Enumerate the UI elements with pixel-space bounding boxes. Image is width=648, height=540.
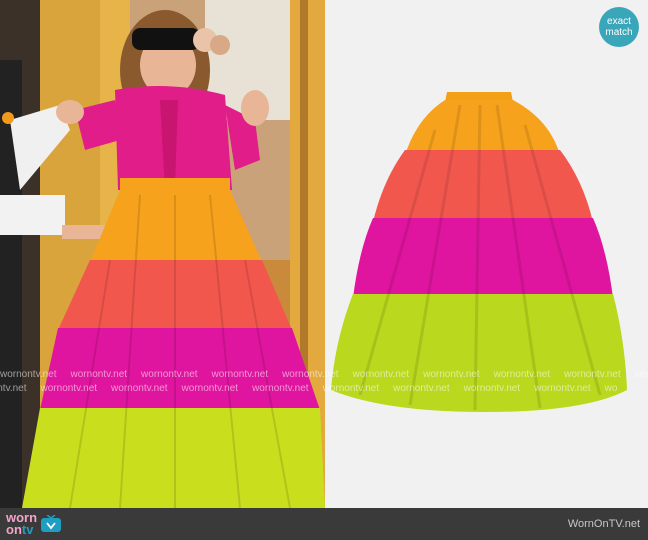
skirt-band-lime	[22, 408, 325, 508]
watermark-text: wornontv.net	[493, 369, 551, 380]
host-sleeve	[0, 195, 65, 235]
footer-bar: worn ontv WornOnTV.net	[0, 508, 648, 540]
product-photo	[325, 0, 648, 508]
watermark-text: wornontv.net	[141, 369, 198, 380]
tv-icon	[41, 515, 62, 532]
watermark-text: wornontv.net	[111, 383, 168, 394]
logo-tv: tv	[21, 522, 34, 537]
footer-site-name: WornOnTV.net	[567, 518, 640, 530]
badge-line-2: match	[605, 27, 633, 38]
watermark-text: wornontv.net	[282, 369, 339, 380]
watermark-text: wornontv.net	[423, 369, 480, 380]
watermark-text: wornontv.net	[634, 369, 648, 380]
watermark-text: wornontv.net	[463, 383, 521, 394]
watermark-text: wornontv.net	[70, 369, 128, 380]
watermark-text: wornontv.net	[181, 383, 239, 394]
watermark-text: wornontv.net	[322, 383, 380, 394]
watermark-row: wornontv.net wornontv.net wornontv.net worn…	[0, 383, 618, 397]
watermark-text: wornontv.net	[604, 383, 618, 394]
logo-on: on	[6, 522, 22, 537]
blindfold	[132, 28, 200, 50]
watermark-text: wornontv.net	[211, 369, 269, 380]
product-band-coral	[373, 150, 593, 222]
watermark-text: wornontv.net	[0, 369, 57, 380]
logo-text: worn ontv	[6, 511, 37, 537]
wornontv-logo[interactable]: worn ontv	[6, 511, 62, 537]
watermark-text: wornontv.net	[564, 369, 621, 380]
image-frame: exact match wornontv.net wornontv.net worn…	[0, 0, 648, 508]
watermark-text: wornontv.net	[352, 369, 410, 380]
watermark-text: wornontv.net	[40, 383, 98, 394]
skirt-product-illustration	[325, 0, 648, 508]
watermark-text: wornontv.net	[0, 383, 27, 394]
watermark-row: wornontv.net wornontv.net wornontv.net worn…	[0, 369, 648, 383]
watermark-text: wornontv.net	[393, 383, 450, 394]
badge-line-1: exact	[607, 16, 631, 27]
exact-match-badge: exact match	[599, 7, 639, 47]
outfit-illustration	[0, 0, 325, 508]
watermark-text: wornontv.net	[252, 383, 309, 394]
watermark-text: wornontv.net	[534, 383, 591, 394]
outfit-photo	[0, 0, 325, 508]
